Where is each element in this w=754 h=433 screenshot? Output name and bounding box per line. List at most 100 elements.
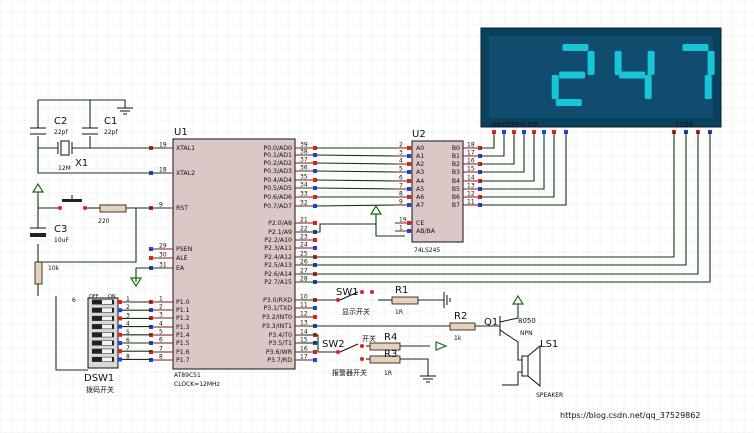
- u2-pin-num: 8: [399, 191, 403, 198]
- u2-pin-name: A2: [416, 161, 424, 168]
- q1-part: 8050: [518, 317, 536, 325]
- r1-value: 1R: [395, 309, 403, 316]
- u1-pin-name: XTAL1: [176, 145, 195, 152]
- u1-pin-name: P3.7/RD: [267, 357, 292, 364]
- seven-segment-display[interactable]: ABCDEFG DP 1234: [480, 27, 722, 129]
- u1-pin-name: P0.6/AD6: [263, 194, 292, 201]
- resistor-r1[interactable]: R1 1R: [391, 285, 419, 316]
- u2-pin-num: 2: [399, 142, 403, 149]
- r-pd-value: 10k: [48, 265, 60, 272]
- u1-mcu[interactable]: U1 AT89C51 CLOCK=12MHz 19 XTAL118 XTAL29 RS…: [149, 127, 317, 388]
- dsw1-pin-num: 2: [126, 304, 130, 311]
- u1-pin-num: 32: [300, 200, 308, 207]
- c2-ref: C2: [54, 116, 67, 127]
- switch-label: 开关: [362, 334, 376, 343]
- u2-pin-name: B1: [452, 153, 460, 160]
- u2-pin-num: 14: [467, 175, 475, 182]
- u1-pin-name: P2.0/A8: [268, 220, 292, 227]
- resistor-220[interactable]: 220: [98, 204, 127, 225]
- digit-select-label: 1234: [675, 121, 693, 129]
- dsw1-pin-num: 8: [126, 353, 130, 360]
- u1-pin-num: 11: [300, 302, 308, 309]
- u1-pin-name: P1.4: [176, 332, 190, 339]
- u2-pin-name: B7: [452, 202, 460, 209]
- u1-pin-num: 2: [159, 304, 163, 311]
- u2-pin-name: B2: [452, 161, 460, 168]
- u1-pin-name: P3.2/INT0: [262, 314, 292, 321]
- u1-pin-num: 1: [159, 296, 163, 303]
- capacitor-c1[interactable]: C1 22pf: [82, 116, 118, 136]
- u1-pin-num: 17: [300, 354, 308, 361]
- segment-a: [562, 44, 589, 51]
- u2-pin-name: A3: [416, 169, 424, 176]
- u1-pin-name: P0.4/AD4: [263, 177, 292, 184]
- u1-pin-num: 7: [159, 346, 163, 353]
- u2-pin-num: 17: [467, 150, 475, 157]
- u1-pin-name: ALE: [176, 255, 188, 262]
- u2-pin-num: 12: [467, 191, 475, 198]
- c1-value: 22pf: [104, 129, 118, 136]
- dsw1-off: OFF: [89, 294, 99, 300]
- u2-pin-name: A5: [416, 186, 424, 193]
- ls1-ref: LS1: [540, 339, 558, 350]
- u1-pin-name: P0.0/AD0: [263, 145, 292, 152]
- segment-b: [587, 51, 595, 75]
- u2-pin-num: 18: [467, 142, 475, 149]
- u1-pin-name: P3.0/RXD: [263, 297, 292, 304]
- u1-pin-name: XTAL2: [176, 170, 195, 177]
- segment-c: [704, 75, 712, 99]
- dsw1-ref: DSW1: [84, 373, 114, 384]
- u1-pin-name: P1.3: [176, 324, 190, 331]
- u2-pin-num: 1: [399, 225, 403, 232]
- schematic-canvas[interactable]: ABCDEFG DP 1234 U1 AT89C51 CLOCK=12MHz 1…: [0, 0, 754, 433]
- resistor-r3[interactable]: R3 1R: [369, 349, 401, 377]
- u1-pin-name: P3.3/INT1: [262, 323, 292, 330]
- dsw1-pin-num: 3: [126, 312, 130, 319]
- u1-pin-num: 33: [300, 191, 308, 198]
- resistor-r2[interactable]: R2 1k: [449, 311, 476, 342]
- u2-pin-name: A0: [416, 145, 424, 152]
- u1-pin-num: 36: [300, 165, 308, 172]
- sw2-ref: SW2: [322, 339, 345, 350]
- c2-value: 22pf: [54, 129, 68, 136]
- u2-pin-name: B6: [452, 194, 460, 201]
- u1-pin-name: P2.2/A10: [264, 237, 292, 244]
- u2-pin-num: 13: [467, 183, 475, 190]
- u2-pin-num: 3: [399, 150, 403, 157]
- u1-pin-name: P2.7/A15: [264, 279, 292, 286]
- c1-ref: C1: [104, 116, 117, 127]
- segment-c: [644, 75, 652, 99]
- u1-pin-name: P3.5/T1: [269, 340, 292, 347]
- u1-pin-num: 35: [300, 174, 308, 181]
- u1-pin-name: EA: [176, 265, 185, 272]
- r3-ref: R3: [384, 349, 397, 360]
- u2-pin-num: 6: [399, 175, 403, 182]
- crystal-x1[interactable]: X1 12M: [57, 140, 88, 172]
- ground-symbol: [117, 107, 133, 115]
- u1-pin-name: RST: [176, 205, 188, 212]
- u1-pin-num: 24: [300, 242, 308, 249]
- u2-pin-name: B3: [452, 169, 460, 176]
- watermark: https://blog.csdn.net/qq_37529862: [560, 411, 700, 420]
- u2-pin-num: 4: [399, 158, 403, 165]
- segment-b: [707, 51, 715, 75]
- u2-pin-name: B5: [452, 186, 460, 193]
- u1-pin-num: 16: [300, 346, 308, 353]
- r-rst-value: 220: [98, 218, 110, 225]
- u2-pin-name: B4: [452, 178, 460, 185]
- u2-right-pins: 18 B0 17 B1 16 B2 15 B3 14 B4 13 B5 12 B6 11 B7: [452, 142, 482, 209]
- u2-pin-name: AB/BA: [416, 228, 436, 235]
- c3-value: 10uF: [54, 237, 69, 244]
- switch-sw2[interactable]: SW2 报警器开关 开关: [322, 334, 376, 377]
- r2-ref: R2: [454, 311, 467, 322]
- u1-part: AT89C51: [174, 372, 201, 379]
- power-terminal-vcc-3: [369, 204, 383, 215]
- u1-pin-name: P1.7: [176, 357, 190, 364]
- u2-part: 74LS245: [414, 247, 440, 254]
- u1-pin-num: 5: [159, 329, 163, 336]
- switch-sw1[interactable]: SW1 显示开关: [336, 287, 374, 316]
- u1-pin-name: PSEN: [176, 246, 193, 253]
- dsw1-on: ON: [108, 294, 116, 300]
- segment-d: [555, 99, 582, 106]
- resistor-10k[interactable]: 10k: [34, 261, 60, 285]
